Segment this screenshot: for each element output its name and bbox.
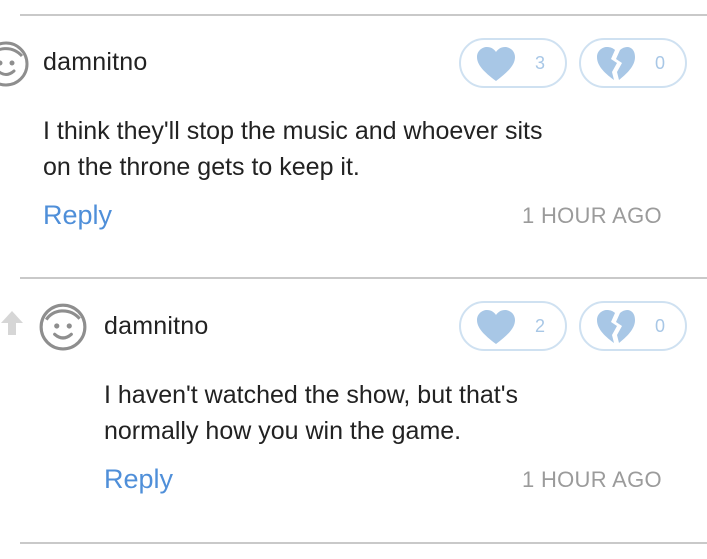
smiley-face-icon xyxy=(39,303,87,351)
comment-text: I haven't watched the show, but that's n… xyxy=(104,377,518,449)
bottom-divider xyxy=(20,542,707,544)
comment-username[interactable]: damnitno xyxy=(104,312,208,341)
reply-indicator xyxy=(0,310,24,341)
comment-text-line: normally how you win the game. xyxy=(104,417,462,445)
dislike-button[interactable]: 0 xyxy=(579,301,687,351)
heart-icon xyxy=(477,310,515,344)
comment-2: damnitno 2 0 I haven't watched the show,… xyxy=(0,0,707,559)
like-count: 2 xyxy=(535,316,546,336)
dislike-count: 0 xyxy=(655,316,666,336)
up-arrow-icon xyxy=(1,311,23,335)
timestamp: 1 HOUR AGO xyxy=(522,467,662,492)
comment-text-line: I haven't watched the show, but that's xyxy=(104,381,518,409)
reply-button[interactable]: Reply xyxy=(104,464,173,495)
avatar[interactable] xyxy=(38,302,88,357)
broken-heart-icon xyxy=(597,310,635,343)
like-button[interactable]: 2 xyxy=(459,301,567,351)
